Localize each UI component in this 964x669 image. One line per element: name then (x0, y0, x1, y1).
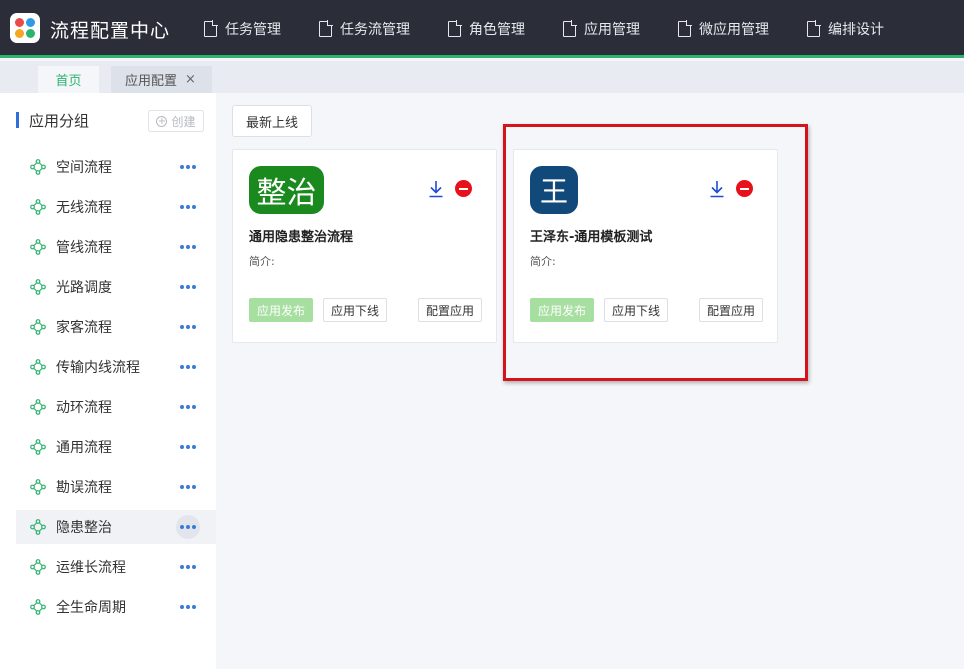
latest-online-button[interactable]: 最新上线 (232, 105, 312, 137)
sidebar-item[interactable]: 光路调度 (16, 270, 216, 304)
nav-label: 微应用管理 (699, 22, 769, 38)
nav-item-task[interactable]: 任务管理 (204, 19, 281, 39)
nav-item-microapp[interactable]: 微应用管理 (678, 19, 769, 39)
sidebar-item[interactable]: 空间流程 (16, 150, 216, 184)
nav-label: 角色管理 (469, 22, 525, 38)
nav-label: 应用管理 (584, 22, 640, 38)
main-nav: 任务管理 任务流管理 角色管理 应用管理 微应用管理 编排设计 (204, 0, 922, 58)
create-group-button[interactable]: + 创建 (148, 110, 204, 132)
nav-label: 任务管理 (225, 22, 281, 38)
sidebar-item[interactable]: 传输内线流程 (16, 350, 216, 384)
publish-button[interactable]: 应用发布 (249, 298, 313, 322)
sidebar-header: 应用分组 (16, 111, 90, 130)
document-icon (204, 20, 218, 37)
nav-item-role[interactable]: 角色管理 (448, 19, 525, 39)
app-name: 通用隐患整治流程 (249, 230, 354, 245)
sidebar-item-label: 运维长流程 (56, 560, 126, 576)
sidebar-item[interactable]: 通用流程 (16, 430, 216, 464)
more-icon[interactable] (176, 235, 200, 259)
app-card[interactable]: 整治 通用隐患整治流程 简介: 应用发布 应用下线 配置应用 (232, 149, 497, 343)
document-icon (678, 20, 692, 37)
sidebar-item-label: 隐患整治 (56, 520, 112, 536)
more-icon[interactable] (176, 275, 200, 299)
more-icon[interactable] (176, 475, 200, 499)
document-icon (448, 20, 462, 37)
config-button[interactable]: 配置应用 (418, 298, 482, 322)
create-label: 创建 (171, 114, 196, 129)
sidebar-item[interactable]: 隐患整治 (16, 510, 216, 544)
document-icon (563, 20, 577, 37)
app-logo: 整治 (249, 166, 324, 214)
more-icon[interactable] (176, 435, 200, 459)
flow-icon (30, 359, 46, 375)
flow-icon (30, 599, 46, 615)
sidebar-item-label: 动环流程 (56, 400, 112, 416)
flow-icon (30, 319, 46, 335)
sidebar-item-label: 光路调度 (56, 280, 112, 296)
nav-item-orchestration[interactable]: 编排设计 (807, 19, 884, 39)
flow-icon (30, 399, 46, 415)
flow-icon (30, 199, 46, 215)
flow-icon (30, 159, 46, 175)
tab-app-config[interactable]: 应用配置 × (111, 66, 212, 93)
sidebar-item[interactable]: 无线流程 (16, 190, 216, 224)
tab-label: 首页 (55, 74, 82, 89)
more-icon[interactable] (176, 515, 200, 539)
sidebar-item-label: 全生命周期 (56, 600, 126, 616)
flow-icon (30, 239, 46, 255)
tab-bar: 首页 应用配置 × (0, 61, 964, 93)
nav-item-taskflow[interactable]: 任务流管理 (319, 19, 410, 39)
sidebar-item-label: 家客流程 (56, 320, 112, 336)
app-desc: 简介: (249, 255, 275, 268)
sidebar-item[interactable]: 全生命周期 (16, 590, 216, 624)
sidebar-title: 应用分组 (29, 111, 90, 130)
nav-item-app[interactable]: 应用管理 (563, 19, 640, 39)
delete-icon[interactable] (455, 180, 472, 197)
highlight-box (503, 124, 808, 381)
document-icon (319, 20, 333, 37)
sidebar-item[interactable]: 勘误流程 (16, 470, 216, 504)
sidebar-item[interactable]: 家客流程 (16, 310, 216, 344)
sidebar-item[interactable]: 管线流程 (16, 230, 216, 264)
close-icon[interactable]: × (185, 72, 196, 87)
sidebar-item-label: 空间流程 (56, 160, 112, 176)
download-icon[interactable] (428, 180, 444, 198)
more-icon[interactable] (176, 395, 200, 419)
app-title: 流程配置中心 (50, 20, 171, 42)
flow-icon (30, 279, 46, 295)
more-icon[interactable] (176, 555, 200, 579)
nav-label: 编排设计 (828, 22, 884, 38)
plus-icon: + (156, 115, 168, 127)
app-logo-icon (10, 13, 40, 43)
sidebar-item-label: 管线流程 (56, 240, 112, 256)
more-icon[interactable] (176, 195, 200, 219)
document-icon (807, 20, 821, 37)
sidebar-item-label: 勘误流程 (56, 480, 112, 496)
sidebar-item[interactable]: 运维长流程 (16, 550, 216, 584)
tab-home[interactable]: 首页 (38, 66, 99, 93)
sidebar-item-label: 通用流程 (56, 440, 112, 456)
flow-icon (30, 559, 46, 575)
sidebar-item-label: 传输内线流程 (56, 360, 140, 376)
offline-button[interactable]: 应用下线 (323, 298, 387, 322)
sidebar: 应用分组 + 创建 空间流程无线流程管线流程光路调度家客流程传输内线流程 动环流程… (0, 93, 216, 669)
tab-label: 应用配置 (125, 74, 178, 89)
sidebar-item[interactable]: 动环流程 (16, 390, 216, 424)
flow-icon (30, 519, 46, 535)
more-icon[interactable] (176, 315, 200, 339)
flow-icon (30, 439, 46, 455)
sidebar-accent-bar (16, 112, 19, 128)
more-icon[interactable] (176, 355, 200, 379)
top-navbar: 流程配置中心 任务管理 任务流管理 角色管理 应用管理 微应用管理 编排设计 (0, 0, 964, 58)
more-icon[interactable] (176, 595, 200, 619)
flow-icon (30, 479, 46, 495)
nav-label: 任务流管理 (340, 22, 410, 38)
more-icon[interactable] (176, 155, 200, 179)
sidebar-item-label: 无线流程 (56, 200, 112, 216)
